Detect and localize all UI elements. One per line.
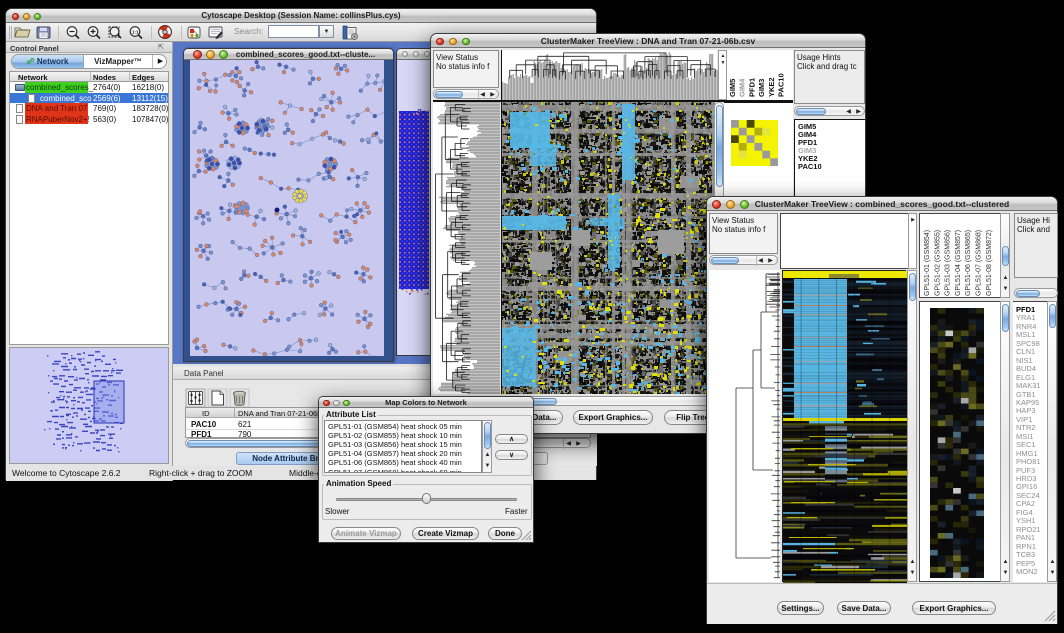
svg-text:GIM5: GIM5	[728, 79, 737, 97]
svg-text:GIM4: GIM4	[738, 78, 747, 97]
svg-text:GPL51-02 (GSM855): GPL51-02 (GSM855)	[934, 230, 941, 296]
svg-text:GPL51-04 (GSM857): GPL51-04 (GSM857)	[955, 230, 962, 296]
svg-text:GPL51-03 (GSM856): GPL51-03 (GSM856)	[945, 230, 952, 296]
svg-text:GPL51-08 (GSM872): GPL51-08 (GSM872)	[986, 230, 993, 296]
svg-text:GPL51-01 (GSM854): GPL51-01 (GSM854)	[924, 230, 931, 296]
svg-text:PAC10: PAC10	[777, 73, 786, 97]
svg-text:YKE2: YKE2	[767, 77, 776, 97]
svg-text:GPL51-06 (GSM865): GPL51-06 (GSM865)	[965, 230, 972, 296]
svg-text:PFD1: PFD1	[747, 78, 756, 97]
svg-text:GIM3: GIM3	[757, 79, 766, 97]
svg-text:GPL51-07 (GSM868): GPL51-07 (GSM868)	[976, 230, 983, 296]
svg-text:1:1: 1:1	[132, 30, 139, 35]
